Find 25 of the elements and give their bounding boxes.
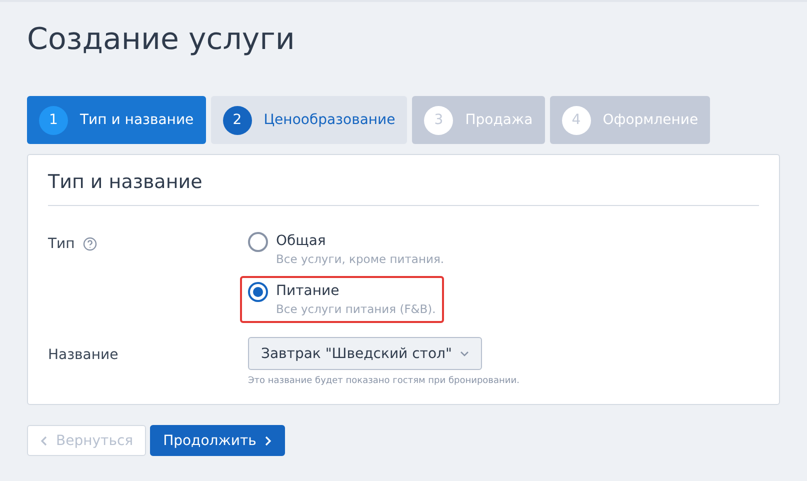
- step-number: 2: [222, 106, 252, 134]
- help-icon[interactable]: [82, 237, 97, 251]
- field-label: Тип: [48, 236, 75, 252]
- step-tab[interactable]: 1 Тип и название: [27, 96, 206, 144]
- field-label: Название: [48, 347, 118, 363]
- option-hint: Все услуги, кроме питания.: [276, 251, 444, 267]
- caret-icon: [460, 350, 469, 356]
- step-number: 1: [39, 106, 68, 134]
- option-label: Общая: [276, 232, 327, 251]
- chevron-left-icon: [40, 436, 48, 446]
- chevron-right-icon: [264, 436, 272, 446]
- radio-button[interactable]: [248, 232, 268, 252]
- option-hint: Все услуги питания (F&B).: [276, 301, 436, 317]
- continue-button[interactable]: Продолжить: [150, 425, 286, 456]
- step-number: 3: [424, 106, 454, 134]
- page-title: Создание услуги: [27, 21, 296, 59]
- field-hint: Это название будет показано гостям при бронировании.: [248, 376, 520, 386]
- radio-button[interactable]: [248, 282, 268, 302]
- option-label: Питание: [276, 282, 340, 301]
- step-number: 4: [562, 106, 591, 134]
- name-dropdown[interactable]: Завтрак "Шведский стол": [248, 337, 482, 370]
- card-heading: Тип и название: [48, 171, 759, 206]
- highlighted-option[interactable]: Питание Все услуги питания (F&B).: [240, 276, 444, 323]
- step-tab[interactable]: 2 Ценообразование: [210, 96, 408, 144]
- radio-option[interactable]: Общая Все услуги, кроме питания.: [240, 226, 452, 273]
